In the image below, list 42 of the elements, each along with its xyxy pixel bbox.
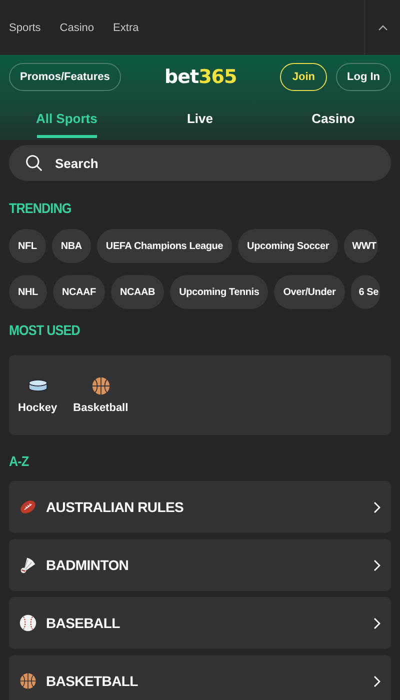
tab[interactable]: All Sports bbox=[0, 111, 134, 138]
search-field[interactable]: Search bbox=[9, 145, 391, 181]
sport-row[interactable]: BADMINTON bbox=[9, 539, 391, 591]
section-title: MOST USED bbox=[9, 322, 81, 338]
football-icon bbox=[19, 498, 37, 516]
login-button[interactable]: Log In bbox=[336, 63, 391, 91]
sport-row[interactable]: BASEBALL bbox=[9, 597, 391, 649]
sport-shortcut[interactable]: Basketball bbox=[73, 376, 128, 414]
sport-row[interactable]: AUSTRALIAN RULES bbox=[9, 481, 391, 533]
join-button[interactable]: Join bbox=[280, 63, 327, 91]
basketball-icon bbox=[19, 672, 37, 690]
filter-chip[interactable]: NBA bbox=[52, 229, 91, 263]
section-title: A-Z bbox=[9, 453, 30, 469]
filter-chip[interactable]: 6 Se bbox=[350, 275, 380, 309]
sport-shortcut[interactable]: Hockey bbox=[18, 376, 58, 414]
filter-chip[interactable]: Upcoming Tennis bbox=[170, 275, 268, 309]
sport-row[interactable]: BASKETBALL bbox=[9, 655, 391, 700]
promos-button[interactable]: Promos/Features bbox=[9, 63, 121, 91]
chevron-right-icon bbox=[373, 558, 381, 572]
nav-link[interactable]: Extra bbox=[113, 22, 139, 34]
filter-chip[interactable]: Upcoming Soccer bbox=[238, 229, 338, 263]
filter-chip[interactable]: Over/Under bbox=[274, 275, 345, 309]
basketball-icon bbox=[90, 376, 111, 396]
baseball-icon bbox=[19, 614, 37, 632]
nav-link[interactable]: Sports bbox=[9, 22, 41, 34]
filter-chip[interactable]: WWT bbox=[344, 229, 378, 263]
tab[interactable]: Casino bbox=[266, 111, 400, 138]
filter-chip[interactable]: NHL bbox=[9, 275, 47, 309]
filter-chip[interactable]: UEFA Champions League bbox=[96, 229, 232, 263]
logo[interactable]: bet365 bbox=[120, 66, 280, 88]
chevron-up-icon bbox=[378, 24, 388, 30]
chevron-right-icon bbox=[373, 500, 381, 514]
filter-chip[interactable]: NFL bbox=[9, 229, 46, 263]
filter-chip[interactable]: NCAAF bbox=[52, 275, 105, 309]
search-icon bbox=[25, 154, 43, 172]
chevron-right-icon bbox=[373, 616, 381, 630]
nav-link[interactable]: Casino bbox=[60, 22, 94, 34]
tab[interactable]: Live bbox=[133, 111, 267, 138]
chevron-right-icon bbox=[373, 674, 381, 688]
shuttlecock-icon bbox=[19, 556, 37, 574]
filter-chip[interactable]: NCAAB bbox=[110, 275, 164, 309]
section-title: TRENDING bbox=[9, 200, 72, 216]
